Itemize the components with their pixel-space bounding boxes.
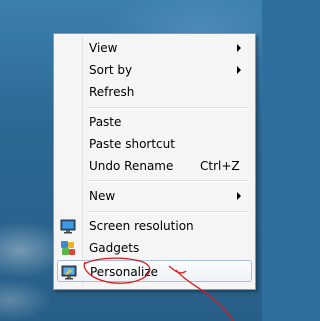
personalize-icon	[61, 264, 77, 280]
menu-item-undo-rename[interactable]: Undo Rename Ctrl+Z	[57, 155, 252, 177]
menu-separator	[86, 211, 250, 213]
menu-item-label: New	[89, 189, 116, 203]
menu-item-paste[interactable]: Paste	[57, 111, 252, 133]
menu-item-label: Undo Rename	[89, 159, 174, 173]
menu-item-label: Paste shortcut	[89, 137, 175, 151]
submenu-arrow-icon	[237, 66, 241, 74]
submenu-arrow-icon	[237, 44, 241, 52]
menu-item-gadgets[interactable]: Gadgets	[57, 237, 252, 259]
submenu-arrow-icon	[237, 192, 241, 200]
menu-item-label: Personalize	[90, 265, 159, 279]
menu-separator	[86, 180, 250, 182]
screen-resolution-icon	[60, 218, 76, 234]
menu-item-view[interactable]: View	[57, 37, 252, 59]
menu-item-label: Paste	[89, 115, 122, 129]
menu-item-label: Screen resolution	[89, 219, 194, 233]
menu-item-label: Gadgets	[89, 241, 140, 255]
menu-item-screen-resolution[interactable]: Screen resolution	[57, 215, 252, 237]
menu-item-label: Refresh	[89, 85, 135, 99]
desktop-context-menu: View Sort by Refresh Paste Paste shortcu…	[53, 33, 256, 290]
menu-item-label: View	[89, 41, 118, 55]
menu-item-paste-shortcut[interactable]: Paste shortcut	[57, 133, 252, 155]
menu-item-shortcut: Ctrl+Z	[200, 159, 240, 173]
gadgets-icon	[60, 240, 76, 256]
menu-item-label: Sort by	[89, 63, 133, 77]
menu-item-new[interactable]: New	[57, 185, 252, 207]
menu-item-refresh[interactable]: Refresh	[57, 81, 252, 103]
menu-item-sort-by[interactable]: Sort by	[57, 59, 252, 81]
menu-item-personalize[interactable]: Personalize	[57, 260, 252, 282]
menu-separator	[86, 107, 250, 109]
